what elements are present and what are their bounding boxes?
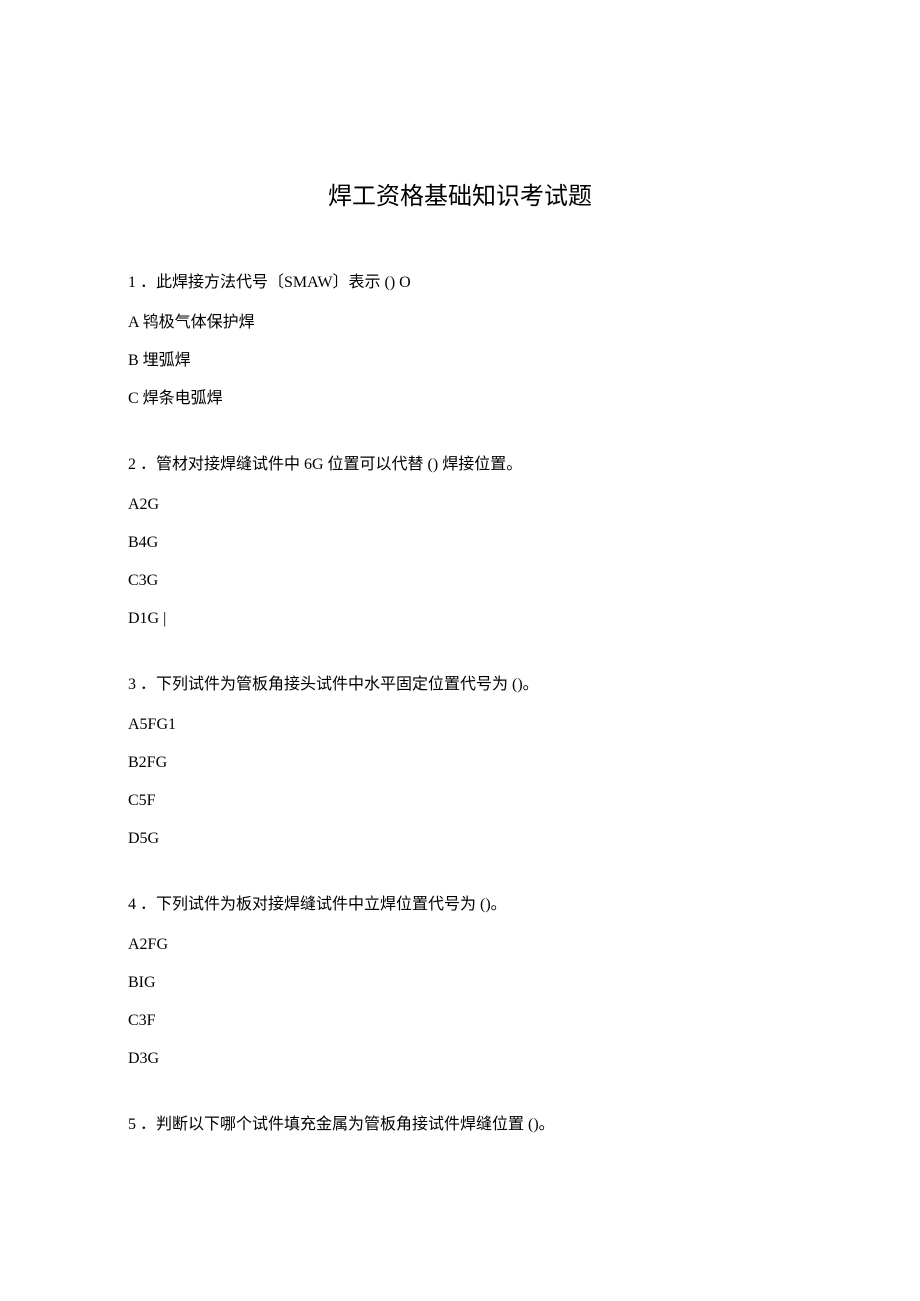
option-a: A2G — [128, 493, 792, 517]
question-number: 2 — [128, 456, 136, 473]
option-b: B4G — [128, 531, 792, 555]
question-4: 4 ．下列试件为板对接焊缝试件中立焊位置代号为 ()。 A2FG BIG C3F… — [128, 893, 792, 1071]
question-number: 5 — [128, 1116, 136, 1133]
document-page: 焊工资格基础知识考试题 1 ．此焊接方法代号〔SMAW〕表示 () O A 鸨极… — [0, 0, 920, 1137]
option-b: B2FG — [128, 751, 792, 775]
option-d: D3G — [128, 1047, 792, 1071]
option-group: A 鸨极气体保护焊 B 埋弧焊 C 焊条电弧焊 — [128, 311, 792, 411]
question-number: 4 — [128, 896, 136, 913]
option-c: C5F — [128, 789, 792, 813]
question-stem: 5 ．判断以下哪个试件填充金属为管板角接试件焊缝位置 ()。 — [128, 1113, 792, 1137]
option-d: D5G — [128, 827, 792, 851]
option-c: C3F — [128, 1009, 792, 1033]
option-a: A 鸨极气体保护焊 — [128, 311, 792, 335]
question-text: ．下列试件为板对接焊缝试件中立焊位置代号为 ()。 — [140, 896, 507, 913]
option-a: A2FG — [128, 933, 792, 957]
option-group: A5FG1 B2FG C5F D5G — [128, 713, 792, 851]
question-1: 1 ．此焊接方法代号〔SMAW〕表示 () O A 鸨极气体保护焊 B 埋弧焊 … — [128, 271, 792, 411]
question-text: ．判断以下哪个试件填充金属为管板角接试件焊缝位置 ()。 — [140, 1116, 555, 1133]
question-stem: 3 ．下列试件为管板角接头试件中水平固定位置代号为 ()。 — [128, 673, 792, 697]
option-b: BIG — [128, 971, 792, 995]
option-c: C3G — [128, 569, 792, 593]
question-stem: 1 ．此焊接方法代号〔SMAW〕表示 () O — [128, 271, 792, 295]
option-a: A5FG1 — [128, 713, 792, 737]
question-text: ．此焊接方法代号〔SMAW〕表示 () O — [140, 274, 411, 291]
option-group: A2G B4G C3G D1G | — [128, 493, 792, 631]
question-number: 3 — [128, 676, 136, 693]
question-number: 1 — [128, 274, 136, 291]
question-3: 3 ．下列试件为管板角接头试件中水平固定位置代号为 ()。 A5FG1 B2FG… — [128, 673, 792, 851]
option-group: A2FG BIG C3F D3G — [128, 933, 792, 1071]
question-text: ．管材对接焊缝试件中 6G 位置可以代替 () 焊接位置。 — [140, 456, 522, 473]
question-stem: 4 ．下列试件为板对接焊缝试件中立焊位置代号为 ()。 — [128, 893, 792, 917]
question-text: ．下列试件为管板角接头试件中水平固定位置代号为 ()。 — [140, 676, 539, 693]
question-stem: 2 ．管材对接焊缝试件中 6G 位置可以代替 () 焊接位置。 — [128, 453, 792, 477]
option-b: B 埋弧焊 — [128, 349, 792, 373]
option-d: D1G | — [128, 607, 792, 631]
option-c: C 焊条电弧焊 — [128, 387, 792, 411]
question-5: 5 ．判断以下哪个试件填充金属为管板角接试件焊缝位置 ()。 — [128, 1113, 792, 1137]
question-2: 2 ．管材对接焊缝试件中 6G 位置可以代替 () 焊接位置。 A2G B4G … — [128, 453, 792, 631]
document-title: 焊工资格基础知识考试题 — [128, 176, 792, 211]
